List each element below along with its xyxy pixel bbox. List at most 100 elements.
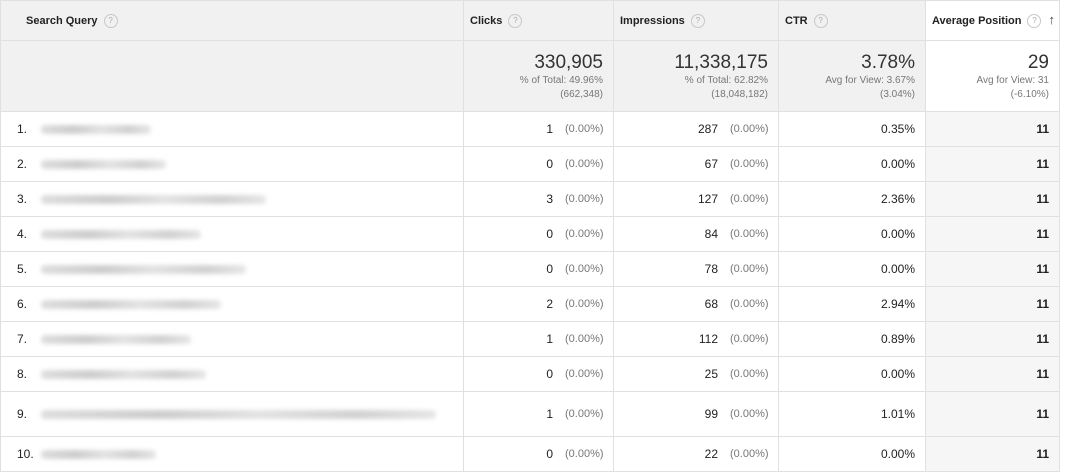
average-position-cell: 11 bbox=[926, 112, 1059, 146]
ctr-cell: 0.35% bbox=[779, 112, 926, 146]
ctr-cell: 0.00% bbox=[779, 147, 926, 181]
search-query-cell[interactable]: 3. bbox=[1, 182, 464, 216]
column-header-impressions[interactable]: Impressions ? bbox=[614, 1, 779, 40]
clicks-cell: 0 (0.00%) bbox=[464, 217, 614, 251]
impressions-percent: (0.00%) bbox=[730, 123, 769, 135]
table-row[interactable]: 3. 3 (0.00%) 127 (0.00%) 2.36% 11 bbox=[1, 182, 1059, 217]
redacted-query-text bbox=[41, 159, 166, 169]
impressions-value: 112 bbox=[698, 332, 718, 346]
average-position-cell: 11 bbox=[926, 217, 1059, 251]
impressions-cell: 22 (0.00%) bbox=[614, 437, 779, 471]
search-query-cell[interactable]: 10. bbox=[1, 437, 464, 471]
table-row[interactable]: 4. 0 (0.00%) 84 (0.00%) 0.00% 11 bbox=[1, 217, 1059, 252]
summary-subtext: (662,348) bbox=[560, 89, 603, 100]
row-index: 7. bbox=[17, 332, 28, 346]
column-header-search-query[interactable]: Search Query ? bbox=[1, 1, 464, 40]
summary-value: 330,905 bbox=[534, 52, 603, 73]
impressions-cell: 99 (0.00%) bbox=[614, 392, 779, 436]
summary-subtext: % of Total: 49.96% bbox=[519, 75, 603, 86]
search-query-cell[interactable]: 4. bbox=[1, 217, 464, 251]
table-row[interactable]: 8. 0 (0.00%) 25 (0.00%) 0.00% 11 bbox=[1, 357, 1059, 392]
ctr-cell: 0.00% bbox=[779, 437, 926, 471]
search-query-cell[interactable]: 5. bbox=[1, 252, 464, 286]
impressions-value: 78 bbox=[704, 262, 718, 276]
average-position-value: 11 bbox=[1036, 262, 1049, 276]
redacted-query-text bbox=[41, 299, 221, 309]
clicks-value: 2 bbox=[546, 297, 553, 311]
table-row[interactable]: 5. 0 (0.00%) 78 (0.00%) 0.00% 11 bbox=[1, 252, 1059, 287]
redacted-query-text bbox=[41, 369, 206, 379]
help-icon[interactable]: ? bbox=[508, 13, 523, 28]
ctr-cell: 0.00% bbox=[779, 252, 926, 286]
clicks-cell: 0 (0.00%) bbox=[464, 252, 614, 286]
clicks-value: 3 bbox=[546, 192, 553, 206]
summary-subtext: Avg for View: 31 bbox=[976, 75, 1049, 86]
clicks-value: 0 bbox=[546, 447, 553, 461]
summary-subtext: (3.04%) bbox=[879, 89, 915, 100]
average-position-value: 11 bbox=[1036, 192, 1049, 206]
search-query-table: Search Query ? Clicks ? Impressions ? CT… bbox=[0, 0, 1060, 472]
average-position-cell: 11 bbox=[926, 392, 1059, 436]
column-header-ctr[interactable]: CTR ? bbox=[779, 1, 926, 40]
ctr-value: 2.94% bbox=[880, 297, 915, 311]
clicks-value: 0 bbox=[546, 157, 553, 171]
impressions-value: 84 bbox=[704, 227, 718, 241]
impressions-cell: 112 (0.00%) bbox=[614, 322, 779, 356]
help-icon[interactable]: ? bbox=[1027, 13, 1042, 28]
column-header-average-position[interactable]: Average Position ? ↑ bbox=[926, 1, 1059, 40]
clicks-value: 1 bbox=[546, 332, 553, 346]
impressions-value: 99 bbox=[704, 407, 718, 421]
clicks-cell: 0 (0.00%) bbox=[464, 357, 614, 391]
row-index: 5. bbox=[17, 262, 28, 276]
help-icon[interactable]: ? bbox=[690, 13, 705, 28]
redacted-query-text bbox=[41, 124, 151, 134]
table-row[interactable]: 7. 1 (0.00%) 112 (0.00%) 0.89% 11 bbox=[1, 322, 1059, 357]
search-query-cell[interactable]: 7. bbox=[1, 322, 464, 356]
average-position-cell: 11 bbox=[926, 322, 1059, 356]
search-query-cell[interactable]: 2. bbox=[1, 147, 464, 181]
redacted-query-text bbox=[41, 449, 156, 459]
impressions-percent: (0.00%) bbox=[730, 193, 769, 205]
ctr-value: 0.35% bbox=[880, 122, 915, 136]
table-row[interactable]: 10. 0 (0.00%) 22 (0.00%) 0.00% 11 bbox=[1, 437, 1059, 472]
search-query-cell[interactable]: 8. bbox=[1, 357, 464, 391]
ctr-value: 0.00% bbox=[880, 447, 915, 461]
sort-up-arrow-icon[interactable]: ↑ bbox=[1049, 12, 1056, 27]
ctr-cell: 2.94% bbox=[779, 287, 926, 321]
column-header-label: Average Position bbox=[932, 14, 1022, 27]
search-query-cell[interactable]: 1. bbox=[1, 112, 464, 146]
impressions-value: 68 bbox=[704, 297, 718, 311]
average-position-value: 11 bbox=[1036, 447, 1049, 461]
summary-subtext: (-6.10%) bbox=[1010, 89, 1049, 100]
clicks-cell: 0 (0.00%) bbox=[464, 437, 614, 471]
clicks-cell: 1 (0.00%) bbox=[464, 392, 614, 436]
average-position-cell: 11 bbox=[926, 252, 1059, 286]
ctr-value: 0.00% bbox=[880, 227, 915, 241]
ctr-cell: 0.00% bbox=[779, 357, 926, 391]
help-icon[interactable]: ? bbox=[103, 13, 118, 28]
table-row[interactable]: 1. 1 (0.00%) 287 (0.00%) 0.35% 11 bbox=[1, 112, 1059, 147]
impressions-percent: (0.00%) bbox=[730, 408, 769, 420]
redacted-query-text bbox=[41, 334, 191, 344]
table-row[interactable]: 6. 2 (0.00%) 68 (0.00%) 2.94% 11 bbox=[1, 287, 1059, 322]
impressions-cell: 127 (0.00%) bbox=[614, 182, 779, 216]
impressions-percent: (0.00%) bbox=[730, 298, 769, 310]
summary-subtext: % of Total: 62.82% bbox=[684, 75, 768, 86]
search-query-cell[interactable]: 6. bbox=[1, 287, 464, 321]
ctr-cell: 0.89% bbox=[779, 322, 926, 356]
summary-value: 29 bbox=[1027, 52, 1049, 73]
impressions-value: 127 bbox=[697, 192, 718, 206]
clicks-percent: (0.00%) bbox=[565, 298, 604, 310]
summary-row: 330,905 % of Total: 49.96% (662,348) 11,… bbox=[1, 41, 1059, 112]
redacted-query-text bbox=[41, 229, 201, 239]
help-icon[interactable]: ? bbox=[813, 13, 828, 28]
redacted-query-text bbox=[41, 194, 266, 204]
ctr-value: 0.00% bbox=[880, 262, 915, 276]
row-index: 3. bbox=[17, 192, 28, 206]
impressions-percent: (0.00%) bbox=[730, 263, 769, 275]
table-row[interactable]: 9. 1 (0.00%) 99 (0.00%) 1.01% 11 bbox=[1, 392, 1059, 437]
search-query-cell[interactable]: 9. bbox=[1, 392, 464, 436]
table-row[interactable]: 2. 0 (0.00%) 67 (0.00%) 0.00% 11 bbox=[1, 147, 1059, 182]
clicks-percent: (0.00%) bbox=[565, 263, 604, 275]
column-header-clicks[interactable]: Clicks ? bbox=[464, 1, 614, 40]
